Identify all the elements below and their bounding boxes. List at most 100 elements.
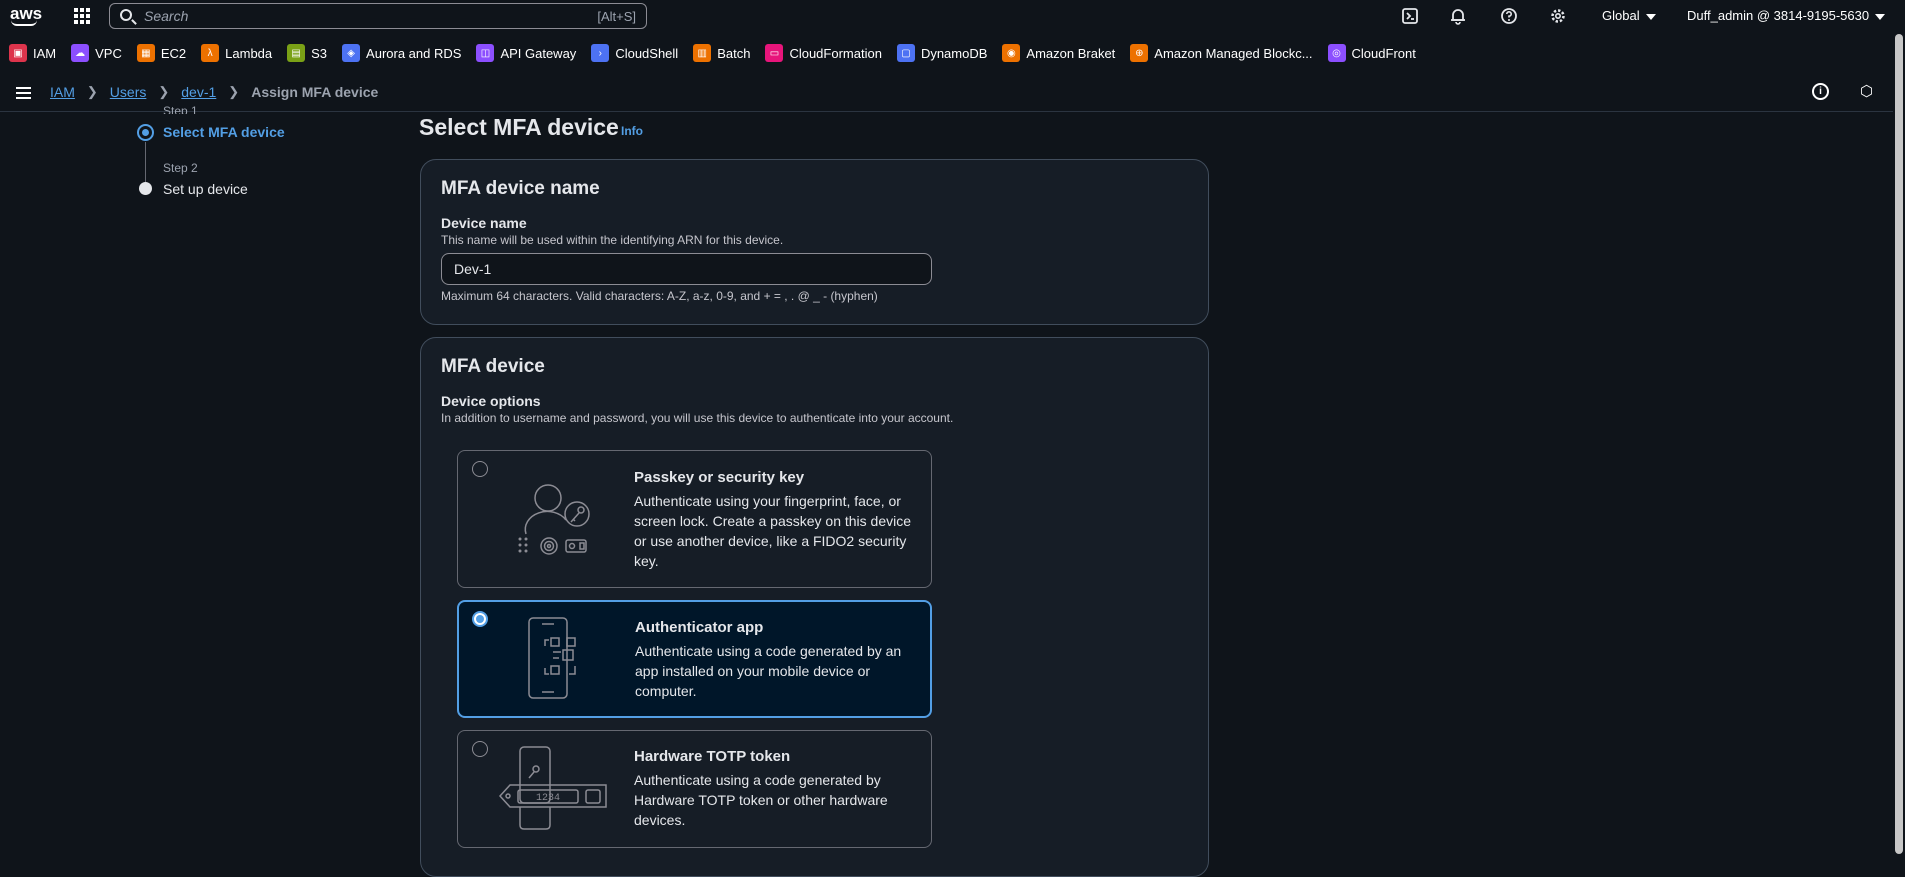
service-icon: ▥ [693,44,712,62]
breadcrumb: IAM ❯ Users ❯ dev-1 ❯ Assign MFA device [50,84,378,100]
aws-logo[interactable]: aws [10,4,42,28]
breadcrumb-iam[interactable]: IAM [50,84,75,100]
option-authenticator-app[interactable]: Authenticator app Authenticate using a c… [457,600,932,718]
services-grid-icon[interactable] [74,8,90,24]
favorite-amazon-managed-blockc[interactable]: ⊕ Amazon Managed Blockc... [1130,44,1313,62]
device-name-description: This name will be used within the identi… [441,233,784,247]
option-description: Authenticate using a code generated by a… [635,643,902,699]
favorite-batch[interactable]: ▥ Batch [693,44,750,62]
favorite-label: EC2 [160,45,187,61]
step-1-link[interactable]: Select MFA device [163,124,285,140]
info-link[interactable]: Info [621,124,643,138]
favorite-label: CloudFormation [789,45,882,61]
service-icon: ▣ [9,44,27,62]
option-title: Passkey or security key [634,469,805,486]
favorite-vpc[interactable]: ☁ VPC [71,44,122,62]
feedback-icon[interactable]: ⬡ [1858,83,1875,100]
service-icon: ▦ [136,44,155,62]
option-passkey[interactable]: Passkey or security key Authenticate usi… [457,450,932,588]
favorite-label: DynamoDB [920,45,988,61]
favorite-label: Amazon Braket [1026,45,1116,61]
option-title: Authenticator app [635,619,764,636]
favorite-cloudfront[interactable]: ◎ CloudFront [1327,44,1416,62]
service-icon: ◉ [1002,44,1021,62]
option-description: Authenticate using a code generated by H… [634,772,888,828]
menu-icon[interactable] [16,87,31,99]
favorite-label: S3 [311,45,328,61]
service-icon: ◎ [1327,44,1346,62]
service-icon: ⊕ [1130,44,1149,62]
breadcrumb-bar: IAM ❯ Users ❯ dev-1 ❯ Assign MFA device … [0,74,1905,112]
device-options-label: Device options [441,393,541,409]
service-icon: ◈ [342,44,361,62]
device-name-label: Device name [441,215,527,231]
hardware-token-illustration-icon: 1234 [498,746,607,830]
device-name-card: MFA device name Device name This name wi… [420,159,1209,325]
region-selector[interactable]: Global [1602,8,1656,23]
scrollbar-thumb[interactable] [1895,34,1903,854]
favorite-label: API Gateway [500,45,577,61]
favorite-label: IAM [33,45,57,61]
favorite-label: CloudFront [1351,45,1416,61]
account-label: Duff_admin @ 3814-9195-5630 [1687,8,1870,23]
page-scrollbar[interactable] [1893,32,1905,855]
favorite-aurora-and-rds[interactable]: ◈ Aurora and RDS [342,44,461,62]
account-menu[interactable]: Duff_admin @ 3814-9195-5630 [1687,8,1886,23]
favorite-label: Amazon Managed Blockc... [1154,45,1313,61]
radio-passkey[interactable] [472,461,488,477]
service-icon: λ [201,44,220,62]
search-input[interactable] [144,7,544,25]
bell-icon[interactable] [1449,7,1467,25]
device-name-input[interactable] [441,253,932,285]
search-box[interactable]: [Alt+S] [109,3,647,29]
favorite-amazon-braket[interactable]: ◉ Amazon Braket [1002,44,1115,62]
service-icon: ▢ [896,44,915,62]
card-title: MFA device [441,356,545,377]
chevron-right-icon: ❯ [158,84,170,99]
search-icon [120,9,132,21]
option-title: Hardware TOTP token [634,748,791,765]
card-title: MFA device name [441,178,600,199]
breadcrumb-current: Assign MFA device [251,84,379,100]
authenticator-phone-illustration-icon [528,617,576,699]
step-connector [145,142,146,182]
step-1-caption: Step 1 [163,104,198,114]
info-panel-icon[interactable]: i [1812,83,1829,100]
service-icon: › [591,44,610,62]
step-2-label: Set up device [163,181,248,197]
favorite-label: Aurora and RDS [366,45,462,61]
gear-icon[interactable] [1549,7,1567,25]
passkey-illustration-icon [518,484,590,555]
region-label: Global [1602,8,1640,23]
favorite-label: VPC [95,45,122,61]
favorite-cloudformation[interactable]: ▭ CloudFormation [765,44,882,62]
radio-authenticator-app[interactable] [472,611,488,627]
favorite-api-gateway[interactable]: ◫ API Gateway [476,44,576,62]
favorite-dynamodb[interactable]: ▢ DynamoDB [896,44,988,62]
device-options-description: In addition to username and password, yo… [441,411,954,425]
token-code: 1234 [536,793,560,804]
favorites-bar: ▣ IAM ☁ VPC ▦ EC2 λ Lambda ▤ S3 ◈ Aurora and RDS ◫ AP… [0,38,1905,68]
option-hardware-totp[interactable]: 1234 Hardware TOTP token Authenticate us… [457,730,932,848]
favorite-ec2[interactable]: ▦ EC2 [136,44,187,62]
chevron-right-icon: ❯ [86,84,98,99]
service-icon: ◫ [476,44,495,62]
breadcrumb-user[interactable]: dev-1 [181,84,216,100]
search-shortcut-hint: [Alt+S] [597,9,636,24]
step-2-caption: Step 2 [163,161,198,175]
favorite-cloudshell[interactable]: › CloudShell [591,44,678,62]
favorite-iam[interactable]: ▣ IAM [9,44,56,62]
top-navigation-bar: aws [Alt+S] Global Duff_admin @ 3814-919… [0,0,1905,32]
chevron-down-icon [1875,13,1886,20]
help-icon[interactable] [1500,7,1518,25]
favorite-s3[interactable]: ▤ S3 [287,44,327,62]
favorite-label: Lambda [225,45,273,61]
service-icon: ▭ [765,44,784,62]
step-1-active-indicator [137,124,154,141]
radio-hardware-totp[interactable] [472,741,488,757]
favorite-lambda[interactable]: λ Lambda [201,44,272,62]
cloudshell-icon[interactable] [1401,7,1419,25]
page-title: Select MFA device [419,114,619,140]
chevron-down-icon [1645,13,1656,20]
breadcrumb-users[interactable]: Users [110,84,147,100]
